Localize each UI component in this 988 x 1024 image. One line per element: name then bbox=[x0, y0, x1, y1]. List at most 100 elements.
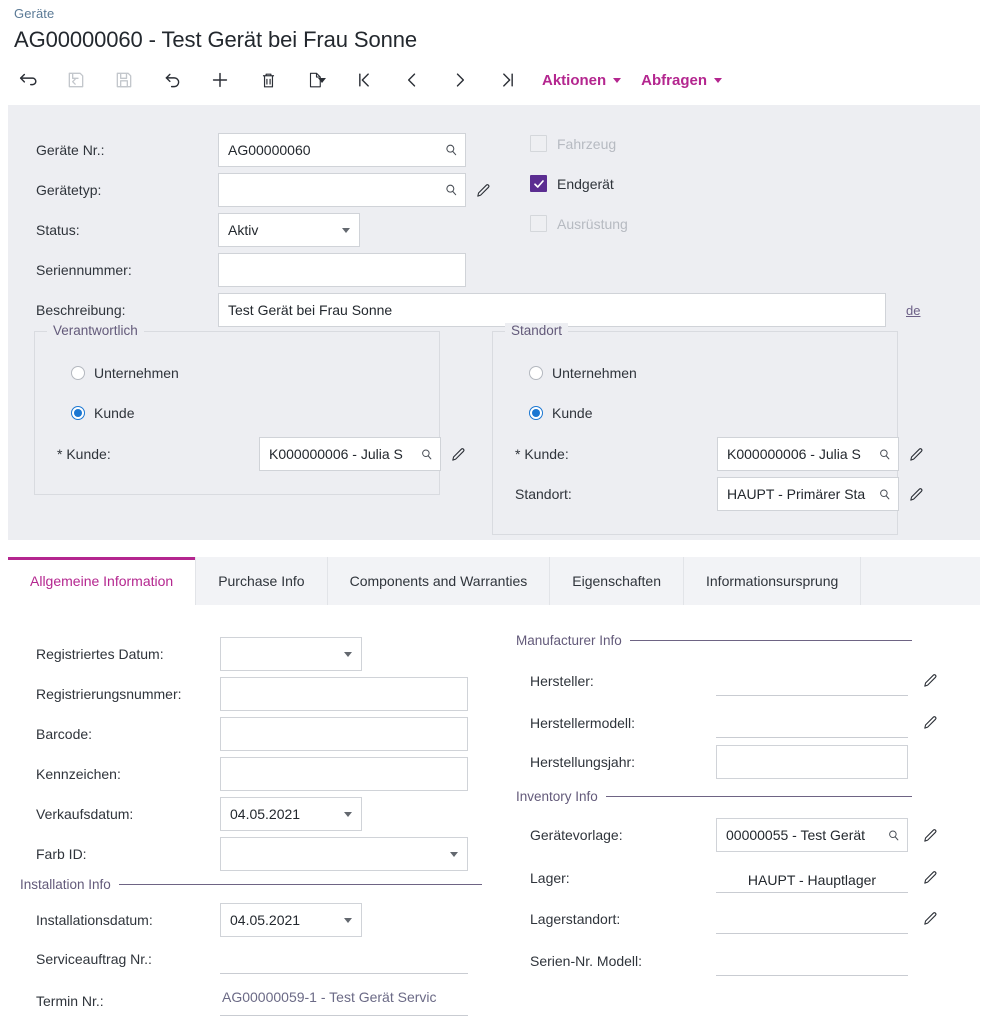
field-row-verkaufsdatum: Verkaufsdatum: 04.05.2021 bbox=[36, 797, 362, 831]
actions-menu-label: Aktionen bbox=[542, 71, 607, 89]
serien-nr-modell-input[interactable] bbox=[716, 945, 908, 976]
first-record-icon[interactable] bbox=[340, 62, 388, 98]
standort-value: HAUPT - Primärer Sta bbox=[727, 486, 866, 502]
breadcrumb[interactable]: Geräte bbox=[14, 6, 988, 22]
geraete-nr-input[interactable]: AG00000060 bbox=[218, 133, 466, 167]
geraetetyp-input[interactable] bbox=[218, 173, 466, 207]
tab-components-and-warranties[interactable]: Components and Warranties bbox=[327, 557, 551, 605]
field-row-verantwortlich-kunde: * Kunde: K000000006 - Julia S bbox=[57, 437, 467, 471]
radio-circle-kunde[interactable] bbox=[71, 406, 85, 420]
field-row-termin-nr: Termin Nr.: AG00000059-1 - Test Gerät Se… bbox=[36, 985, 468, 1016]
lagerstandort-edit-pencil-icon[interactable] bbox=[922, 910, 939, 927]
page-title: AG00000060 - Test Gerät bei Frau Sonne bbox=[14, 27, 418, 52]
save-icon bbox=[100, 62, 148, 98]
installationsdatum-select[interactable]: 04.05.2021 bbox=[220, 903, 362, 937]
field-row-serviceauftrag-nr: Serviceauftrag Nr.: bbox=[36, 943, 468, 974]
termin-nr-link[interactable]: AG00000059-1 - Test Gerät Servic bbox=[222, 989, 437, 1005]
field-row-herstellungsjahr: Herstellungsjahr: bbox=[530, 745, 908, 779]
field-label-verantwortlich-kunde: * Kunde: bbox=[57, 446, 111, 462]
tab-bar-filler bbox=[861, 557, 980, 605]
section-header-installation-info: Installation Info bbox=[20, 877, 482, 892]
last-record-icon[interactable] bbox=[484, 62, 532, 98]
registriertes-datum-select[interactable] bbox=[220, 637, 362, 671]
group-standort: Standort Unternehmen Kunde * Kunde: K000… bbox=[492, 323, 923, 535]
radio-verantwortlich-unternehmen[interactable]: Unternehmen bbox=[71, 365, 179, 381]
kennzeichen-input[interactable] bbox=[220, 757, 468, 791]
radio-circle-unternehmen[interactable] bbox=[529, 366, 543, 380]
tab-content-allgemeine-information: Registriertes Datum: Registrierungsnumme… bbox=[0, 605, 988, 1024]
field-label-barcode: Barcode: bbox=[36, 726, 93, 742]
tab-purchase-info[interactable]: Purchase Info bbox=[196, 557, 328, 605]
lager-input[interactable]: HAUPT - Hauptlager bbox=[716, 862, 908, 893]
herstellungsjahr-input[interactable] bbox=[716, 745, 908, 779]
standort-kunde-edit-pencil-icon[interactable] bbox=[908, 446, 925, 463]
lagerstandort-input[interactable] bbox=[716, 903, 908, 934]
actions-menu-button[interactable]: Aktionen bbox=[532, 72, 631, 89]
termin-nr-input[interactable]: AG00000059-1 - Test Gerät Servic bbox=[220, 985, 468, 1016]
hersteller-input[interactable] bbox=[716, 665, 908, 696]
serviceauftrag-nr-input[interactable] bbox=[220, 943, 468, 974]
checkbox-endgeraet[interactable]: Endgerät bbox=[530, 175, 614, 192]
radio-circle-unternehmen[interactable] bbox=[71, 366, 85, 380]
herstellermodell-edit-pencil-icon[interactable] bbox=[922, 714, 939, 731]
search-icon[interactable] bbox=[419, 447, 434, 462]
previous-record-icon[interactable] bbox=[388, 62, 436, 98]
hersteller-edit-pencil-icon[interactable] bbox=[922, 672, 939, 689]
back-arrow-icon[interactable] bbox=[4, 62, 52, 98]
registrierungsnummer-input[interactable] bbox=[220, 677, 468, 711]
tab-label: Allgemeine Information bbox=[30, 573, 174, 589]
farb-id-select[interactable] bbox=[220, 837, 468, 871]
geraetevorlage-input[interactable]: 00000055 - Test Gerät bbox=[716, 818, 908, 852]
checkbox-box-ausruestung bbox=[530, 215, 547, 232]
queries-menu-button[interactable]: Abfragen bbox=[631, 72, 732, 89]
field-label-termin-nr: Termin Nr.: bbox=[36, 992, 104, 1009]
radio-circle-kunde[interactable] bbox=[529, 406, 543, 420]
field-row-geraetevorlage: Gerätevorlage: 00000055 - Test Gerät bbox=[530, 818, 939, 852]
radio-verantwortlich-kunde[interactable]: Kunde bbox=[71, 405, 134, 421]
language-de-link[interactable]: de bbox=[906, 303, 920, 318]
checkbox-box-endgeraet[interactable] bbox=[530, 175, 547, 192]
beschreibung-input[interactable]: Test Gerät bei Frau Sonne bbox=[218, 293, 886, 327]
herstellermodell-input[interactable] bbox=[716, 707, 908, 738]
plus-icon[interactable] bbox=[196, 62, 244, 98]
chevron-down-icon bbox=[344, 811, 352, 817]
barcode-input[interactable] bbox=[220, 717, 468, 751]
installationsdatum-value: 04.05.2021 bbox=[230, 912, 301, 928]
search-icon[interactable] bbox=[886, 828, 901, 843]
verantwortlich-kunde-edit-pencil-icon[interactable] bbox=[450, 446, 467, 463]
standort-kunde-input[interactable]: K000000006 - Julia S bbox=[717, 437, 899, 471]
top-form-panel: Geräte Nr.: AG00000060 Gerätetyp: Status… bbox=[8, 105, 980, 540]
verkaufsdatum-select[interactable]: 04.05.2021 bbox=[220, 797, 362, 831]
trash-icon[interactable] bbox=[244, 62, 292, 98]
field-label-serien-nr-modell: Serien-Nr. Modell: bbox=[530, 952, 643, 969]
search-icon[interactable] bbox=[443, 142, 459, 158]
tab-informationsursprung[interactable]: Informationsursprung bbox=[684, 557, 862, 605]
tab-eigenschaften[interactable]: Eigenschaften bbox=[550, 557, 684, 605]
radio-standort-unternehmen[interactable]: Unternehmen bbox=[529, 365, 637, 381]
search-icon[interactable] bbox=[877, 487, 892, 502]
undo-icon[interactable] bbox=[148, 62, 196, 98]
field-label-geraetetyp: Gerätetyp: bbox=[36, 182, 102, 198]
next-record-icon[interactable] bbox=[436, 62, 484, 98]
geraetetyp-edit-pencil-icon[interactable] bbox=[475, 182, 492, 199]
field-row-beschreibung: Beschreibung: Test Gerät bei Frau Sonne … bbox=[36, 293, 936, 327]
checkbox-label-fahrzeug: Fahrzeug bbox=[557, 135, 617, 152]
tab-label: Purchase Info bbox=[218, 573, 305, 589]
search-icon[interactable] bbox=[443, 182, 459, 198]
field-row-registriertes-datum: Registriertes Datum: bbox=[36, 637, 362, 671]
status-select[interactable]: Aktiv bbox=[218, 213, 360, 247]
lager-edit-pencil-icon[interactable] bbox=[922, 869, 939, 886]
seriennummer-input[interactable] bbox=[218, 253, 466, 287]
standort-input[interactable]: HAUPT - Primärer Sta bbox=[717, 477, 899, 511]
field-label-lagerstandort: Lagerstandort: bbox=[530, 910, 621, 927]
chevron-down-icon bbox=[342, 227, 350, 233]
section-divider-line bbox=[605, 796, 912, 797]
standort-edit-pencil-icon[interactable] bbox=[908, 486, 925, 503]
radio-standort-kunde[interactable]: Kunde bbox=[529, 405, 592, 421]
verantwortlich-kunde-input[interactable]: K000000006 - Julia S bbox=[259, 437, 441, 471]
checkbox-box-fahrzeug bbox=[530, 135, 547, 152]
search-icon[interactable] bbox=[877, 447, 892, 462]
copy-paste-icon[interactable] bbox=[292, 62, 340, 98]
geraetevorlage-edit-pencil-icon[interactable] bbox=[922, 827, 939, 844]
tab-allgemeine-information[interactable]: Allgemeine Information bbox=[8, 557, 197, 605]
